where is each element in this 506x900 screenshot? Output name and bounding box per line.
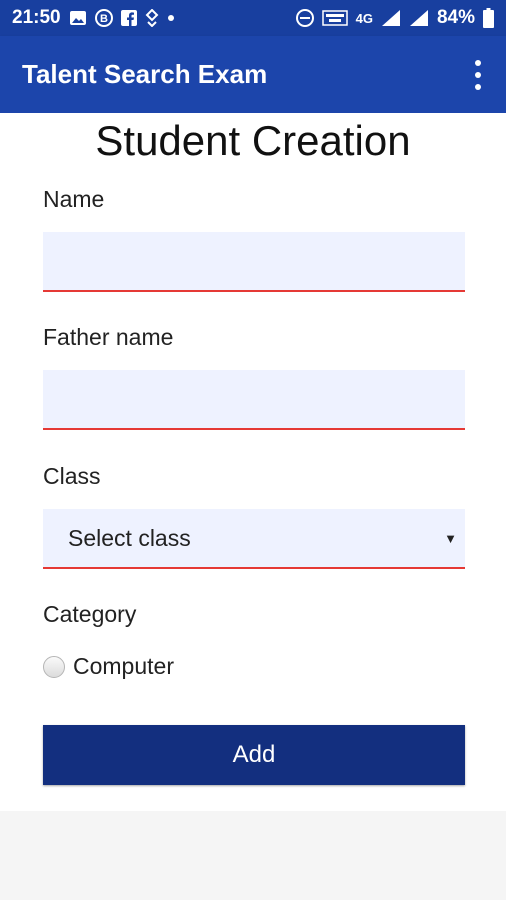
- vpn-key-icon: [145, 9, 159, 27]
- status-time: 21:50: [12, 7, 61, 28]
- category-label: Category: [43, 601, 137, 627]
- gallery-icon: [69, 10, 87, 26]
- signal-icon-1: [381, 9, 401, 27]
- dropdown-arrow-icon: ▼: [444, 531, 457, 546]
- b-app-icon: B: [94, 9, 113, 27]
- status-bar: 21:50 B 4G 84%: [0, 0, 506, 36]
- volte-icon: [321, 9, 348, 27]
- battery-percent: 84%: [436, 7, 475, 28]
- status-right: 4G 84%: [295, 7, 494, 29]
- category-option-computer[interactable]: Computer: [43, 653, 174, 680]
- father-name-input[interactable]: [43, 370, 465, 430]
- notification-dot-icon: [167, 14, 175, 22]
- network-type-label: 4G: [355, 10, 373, 26]
- class-label: Class: [43, 463, 101, 489]
- class-select-value: Select class: [68, 524, 191, 551]
- class-select[interactable]: Select class ▼: [43, 509, 465, 569]
- name-input[interactable]: [43, 232, 465, 292]
- radio-label: Computer: [73, 653, 174, 679]
- signal-icon-2: [409, 9, 429, 27]
- add-button[interactable]: Add: [43, 725, 465, 785]
- page-title: Student Creation: [95, 117, 411, 164]
- student-form: Student Creation Name Father name Class …: [0, 113, 506, 811]
- radio-button[interactable]: [43, 655, 65, 678]
- battery-icon: [483, 8, 494, 28]
- svg-text:B: B: [100, 13, 108, 25]
- status-left: 21:50 B: [12, 7, 175, 29]
- facebook-icon: [120, 10, 137, 26]
- overflow-menu-icon[interactable]: [470, 60, 486, 90]
- app-title: Talent Search Exam: [22, 59, 268, 89]
- do-not-disturb-icon: [295, 9, 314, 27]
- father-name-label: Father name: [43, 324, 174, 350]
- screen: 21:50 B 4G 84% Talent Search Exam Studen…: [0, 0, 506, 900]
- name-label: Name: [43, 186, 105, 212]
- app-bar: Talent Search Exam: [0, 36, 506, 113]
